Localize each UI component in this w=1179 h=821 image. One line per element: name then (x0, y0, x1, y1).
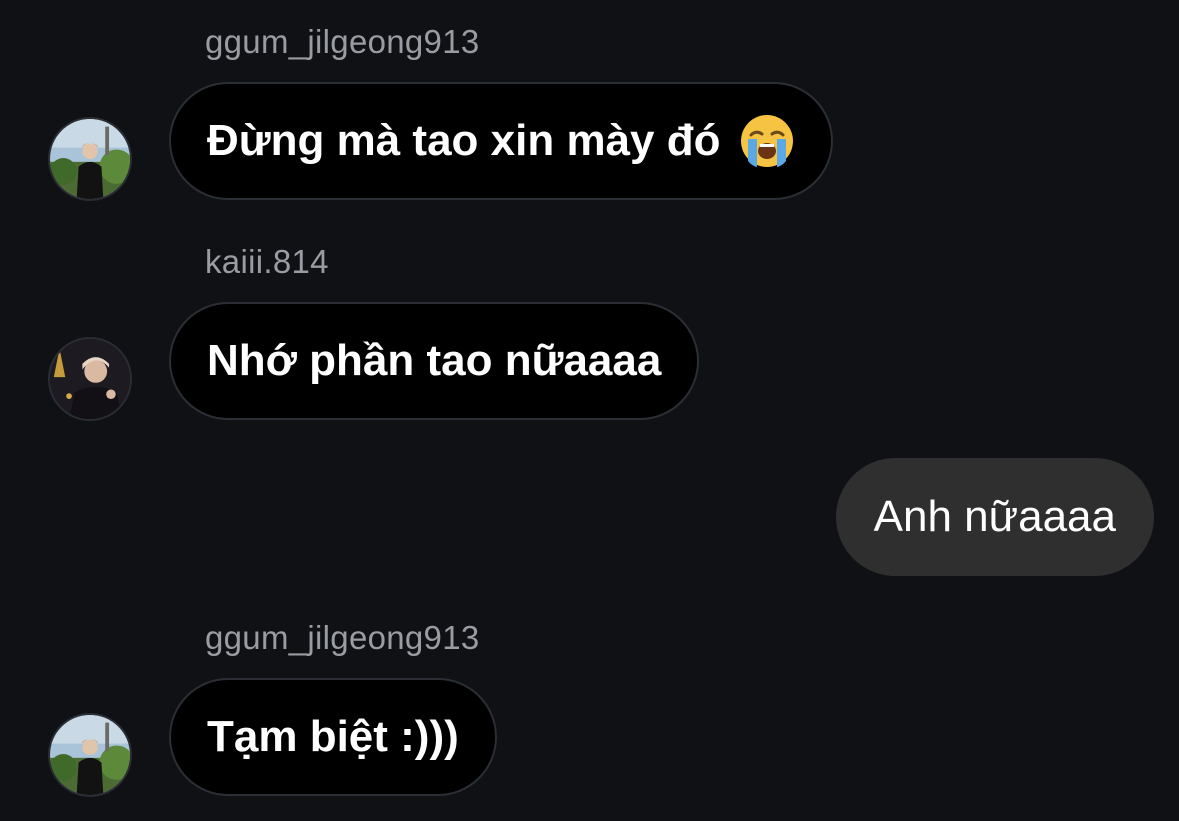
message-bubble-outgoing[interactable]: Anh nữaaaa (835, 458, 1154, 576)
chat-thread: ggum_jilgeong913 Đừng mà tao xin mày đó (0, 0, 1179, 821)
avatar-photo-icon (50, 339, 130, 419)
sender-name: kaiii.814 (205, 243, 329, 280)
avatar[interactable] (48, 713, 132, 797)
avatar-photo-icon (50, 715, 130, 795)
sender-name: ggum_jilgeong913 (205, 23, 480, 60)
message-bubble[interactable]: Tạm biệt :))) (169, 678, 497, 796)
message-text: Nhớ phần tao nữaaaa (207, 336, 662, 385)
avatar[interactable] (48, 117, 132, 201)
avatar-photo-icon (50, 119, 130, 199)
message-bubble[interactable]: Đừng mà tao xin mày đó (169, 82, 833, 200)
loudly-crying-face-icon (739, 113, 795, 169)
message-text: Anh nữaaaa (873, 492, 1116, 541)
sender-name: ggum_jilgeong913 (205, 619, 480, 656)
message-bubble[interactable]: Nhớ phần tao nữaaaa (169, 302, 700, 420)
avatar[interactable] (48, 337, 132, 421)
message-text: Đừng mà tao xin mày đó (207, 116, 721, 165)
message-text: Tạm biệt :))) (207, 712, 459, 761)
